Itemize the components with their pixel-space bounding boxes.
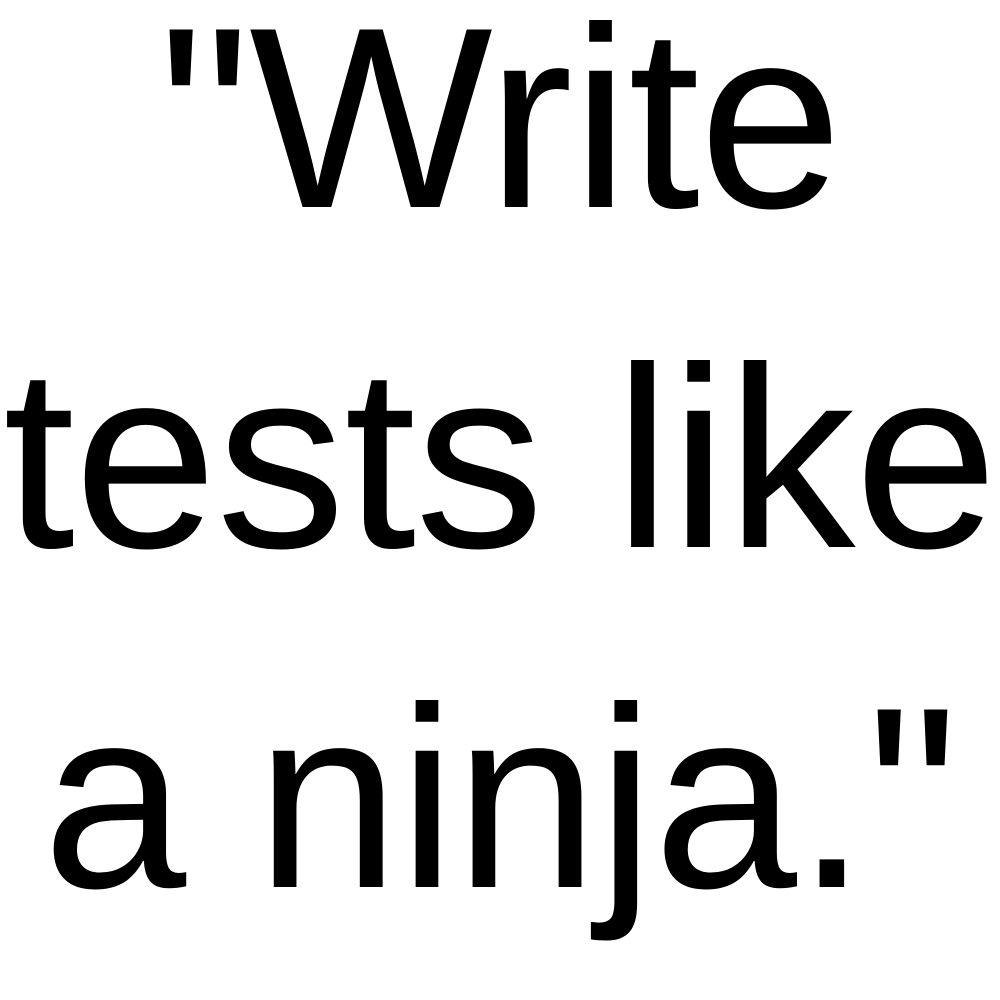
quote-line-2: tests like — [3, 313, 998, 602]
quote-card: "Write tests like a ninja." — [0, 0, 1000, 1000]
quote-line-3: a ninja." — [42, 653, 959, 942]
quote-line-1: "Write — [158, 0, 843, 262]
